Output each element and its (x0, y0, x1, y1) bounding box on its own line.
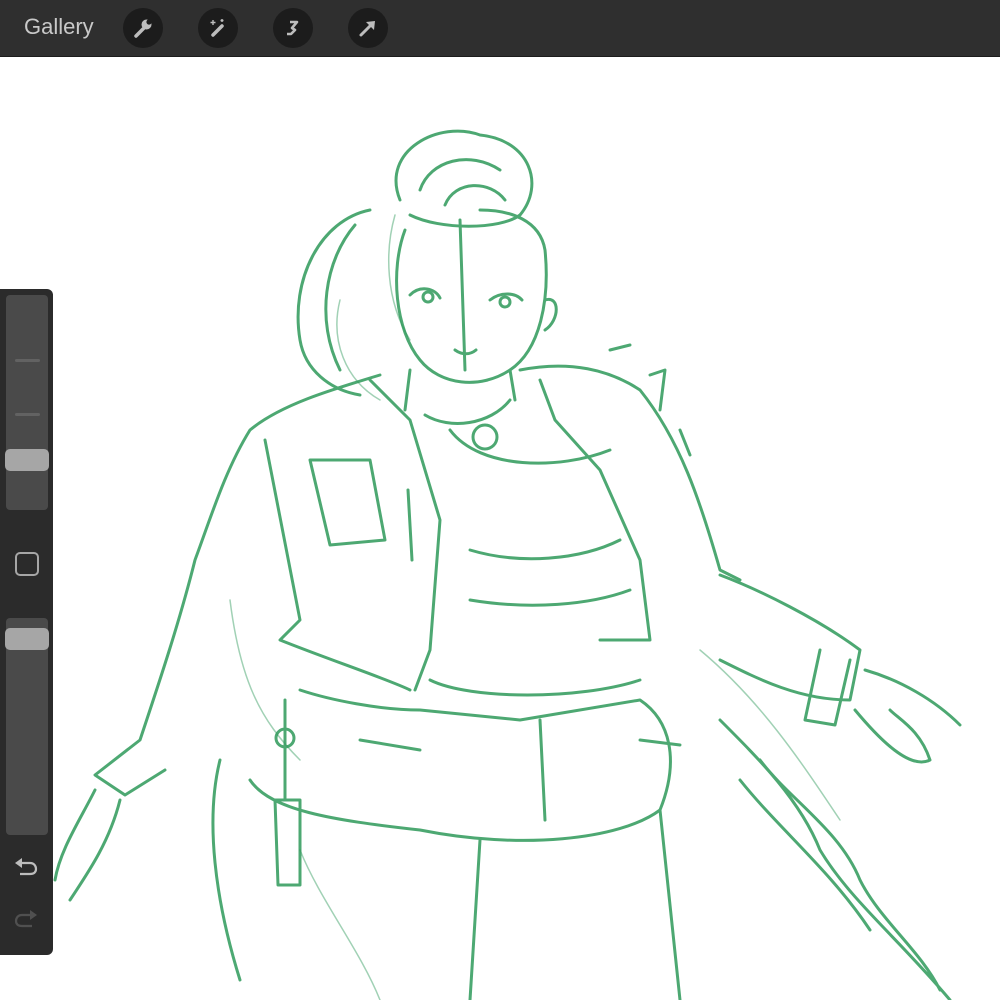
actions-button[interactable] (123, 8, 163, 48)
brush-opacity-thumb[interactable] (5, 627, 49, 650)
left-sidebar (0, 289, 53, 955)
redo-icon (14, 910, 37, 928)
green-character-sketch (53, 129, 962, 1002)
drawing-canvas[interactable] (0, 57, 1000, 1002)
magic-wand-icon (210, 19, 224, 37)
brush-size-slider[interactable] (6, 295, 48, 510)
undo-button[interactable] (13, 857, 39, 884)
selection-button[interactable] (273, 8, 313, 48)
brush-opacity-slider[interactable] (6, 618, 48, 835)
gallery-button[interactable]: Gallery (24, 14, 94, 40)
redo-button[interactable] (13, 909, 39, 936)
slider-tick (15, 359, 40, 362)
selection-s-icon (287, 20, 299, 36)
wrench-icon (134, 19, 152, 38)
top-toolbar: Gallery (0, 0, 1000, 57)
arrow-cursor-icon (359, 21, 375, 37)
slider-tick (15, 413, 40, 416)
adjustments-button[interactable] (198, 8, 238, 48)
brush-size-thumb[interactable] (5, 449, 49, 472)
modify-button[interactable] (15, 552, 39, 576)
transform-button[interactable] (348, 8, 388, 48)
undo-icon (15, 858, 38, 876)
